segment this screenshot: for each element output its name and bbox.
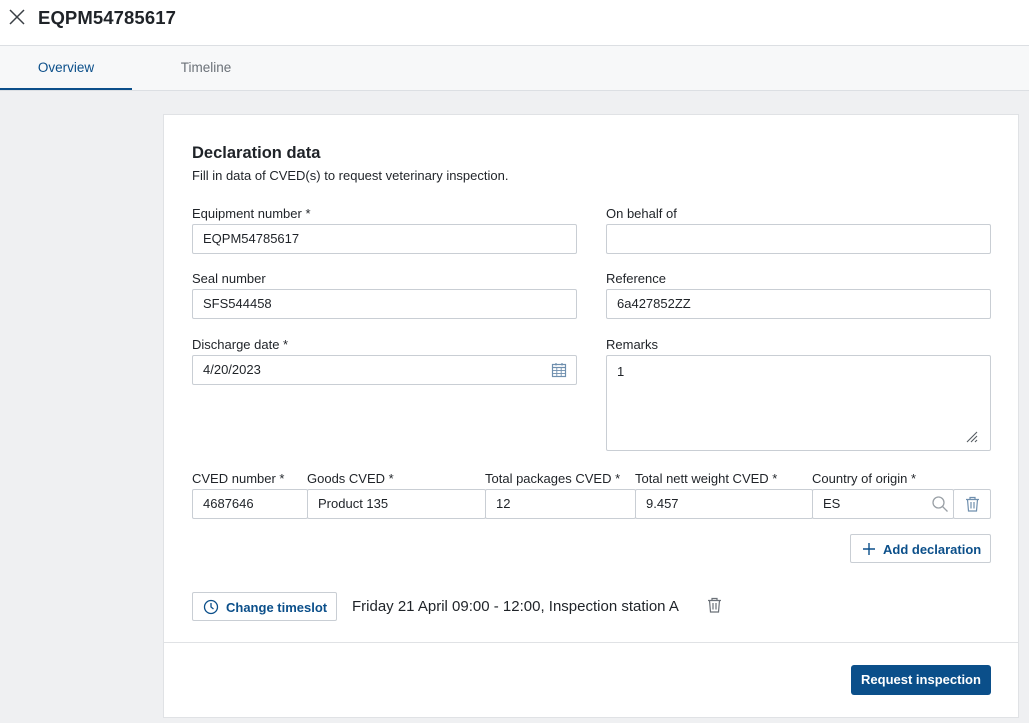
tab-timeline[interactable]: Timeline xyxy=(141,46,271,90)
total-packages-header: Total packages CVED * xyxy=(485,471,621,486)
cved-number-header: CVED number * xyxy=(192,471,285,486)
goods-cved-header: Goods CVED * xyxy=(307,471,394,486)
remarks-label: Remarks xyxy=(606,337,659,352)
search-icon[interactable] xyxy=(931,495,949,513)
reference-field[interactable]: 6a427852ZZ xyxy=(606,289,991,319)
seal-number-label: Seal number xyxy=(192,271,266,286)
tab-overview[interactable]: Overview xyxy=(0,46,132,90)
discharge-date-value: 4/20/2023 xyxy=(203,362,261,377)
on-behalf-of-label: On behalf of xyxy=(606,206,677,221)
delete-cved-button[interactable] xyxy=(953,489,991,519)
cved-number-field[interactable]: 4687646 xyxy=(192,489,308,519)
trash-icon xyxy=(966,496,979,512)
trash-icon[interactable] xyxy=(707,597,722,613)
clock-icon xyxy=(203,599,219,615)
add-declaration-label: Add declaration xyxy=(883,542,982,557)
declaration-card: Declaration data Fill in data of CVED(s)… xyxy=(163,114,1019,718)
equipment-number-label: Equipment number * xyxy=(192,206,311,221)
card-divider xyxy=(164,642,1018,643)
total-weight-field[interactable]: 9.457 xyxy=(635,489,813,519)
timeslot-info: Friday 21 April 09:00 - 12:00, Inspectio… xyxy=(352,598,679,615)
total-packages-field[interactable]: 12 xyxy=(485,489,636,519)
resize-handle-icon[interactable] xyxy=(964,429,978,443)
on-behalf-of-field[interactable] xyxy=(606,224,991,254)
page-title: EQPM54785617 xyxy=(38,7,176,28)
equipment-number-field[interactable]: EQPM54785617 xyxy=(192,224,577,254)
goods-cved-field[interactable]: Product 135 xyxy=(307,489,486,519)
reference-label: Reference xyxy=(606,271,666,286)
discharge-date-label: Discharge date * xyxy=(192,337,289,352)
remarks-textarea[interactable]: 1 xyxy=(606,355,991,451)
request-inspection-button[interactable]: Request inspection xyxy=(851,665,991,695)
add-declaration-button[interactable]: Add declaration xyxy=(850,534,991,563)
card-subtitle: Fill in data of CVED(s) to request veter… xyxy=(192,168,509,183)
calendar-icon[interactable] xyxy=(551,362,567,378)
seal-number-field[interactable]: SFS544458 xyxy=(192,289,577,319)
change-timeslot-label: Change timeslot xyxy=(226,600,328,615)
country-of-origin-header: Country of origin * xyxy=(812,471,917,486)
card-title: Declaration data xyxy=(192,144,321,162)
tab-bar: Overview Timeline xyxy=(0,46,1029,91)
plus-icon xyxy=(863,543,875,555)
total-weight-header: Total nett weight CVED * xyxy=(635,471,778,486)
discharge-date-field[interactable]: 4/20/2023 xyxy=(192,355,577,385)
close-icon[interactable] xyxy=(8,8,26,26)
header-bar: EQPM54785617 xyxy=(0,0,1029,46)
change-timeslot-button[interactable]: Change timeslot xyxy=(192,592,337,621)
